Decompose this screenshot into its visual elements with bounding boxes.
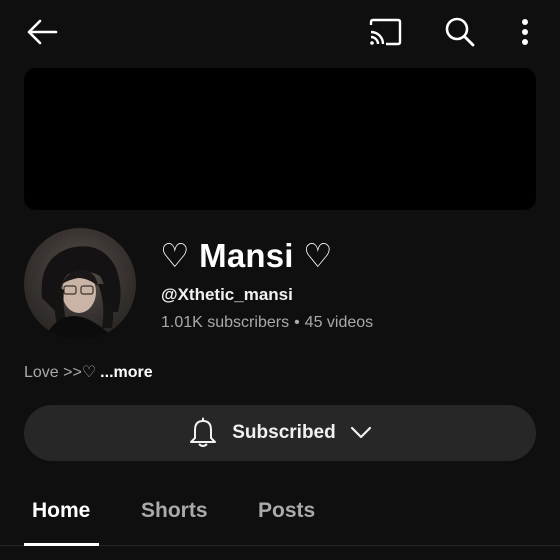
active-tab-indicator (24, 543, 99, 546)
more-link[interactable]: ...more (100, 364, 152, 381)
tab-home[interactable]: Home (32, 499, 90, 523)
more-options-button[interactable] (510, 14, 540, 50)
cast-icon (369, 18, 402, 46)
chevron-down-icon (350, 426, 371, 439)
arrow-left-icon (27, 19, 58, 45)
channel-avatar[interactable] (24, 228, 136, 340)
top-app-bar (0, 0, 560, 64)
stats-separator: • (294, 314, 300, 331)
back-button[interactable] (22, 14, 62, 50)
subscribed-label: Subscribed (232, 422, 336, 443)
search-button[interactable] (440, 14, 480, 50)
more-vert-icon (522, 19, 528, 45)
avatar-portrait-icon (41, 246, 121, 340)
cast-button[interactable] (364, 14, 406, 50)
channel-handle: @Xthetic_mansi (161, 285, 293, 304)
bell-icon (190, 417, 217, 447)
channel-banner (24, 68, 536, 210)
channel-name: ♡ Mansi ♡ (160, 237, 333, 274)
channel-description[interactable]: Love >>♡ ...more (24, 362, 153, 382)
search-icon (445, 17, 475, 47)
channel-tabs: Home Shorts Posts (0, 485, 560, 560)
channel-stats: 1.01K subscribers • 45 videos (161, 314, 373, 332)
tab-shorts[interactable]: Shorts (141, 499, 208, 523)
subscribed-button[interactable]: Subscribed (24, 405, 536, 461)
video-count: 45 videos (304, 314, 374, 331)
tab-posts[interactable]: Posts (258, 499, 315, 523)
description-text: Love >>♡ (24, 364, 97, 381)
subscriber-count: 1.01K subscribers (161, 314, 290, 331)
